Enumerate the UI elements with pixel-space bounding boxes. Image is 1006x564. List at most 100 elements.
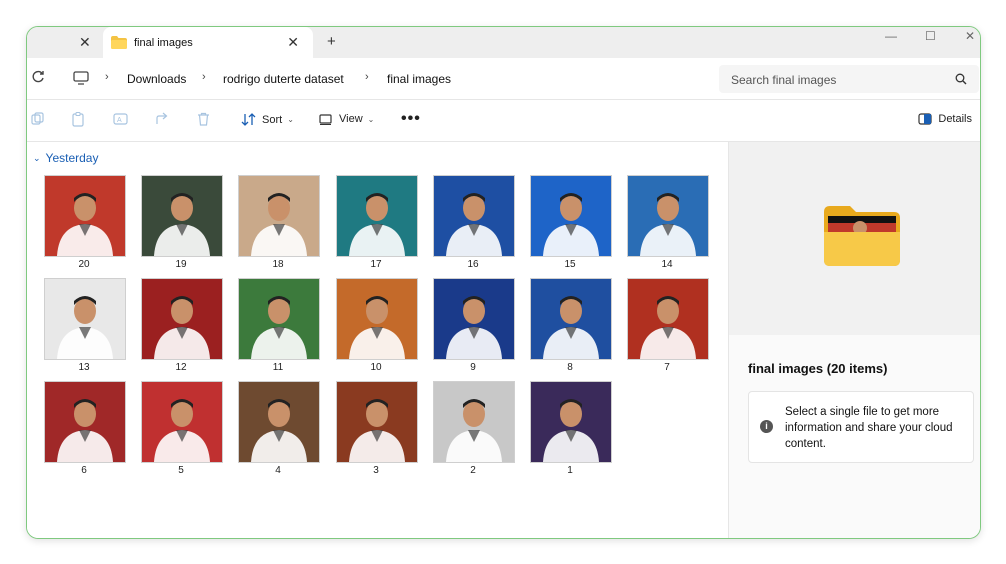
file-name[interactable]: 11 — [238, 362, 318, 373]
close-window-button[interactable]: ✕ — [965, 29, 975, 43]
file-name[interactable]: 3 — [336, 465, 416, 476]
folder-preview — [729, 142, 980, 335]
photo-icon — [57, 296, 113, 359]
tab-previous[interactable]: ✕ — [27, 27, 101, 58]
title-bar: ✕ final images ✕ + — ☐ ✕ — [27, 27, 980, 58]
details-button[interactable]: Details — [918, 113, 972, 125]
file-name[interactable]: 10 — [336, 362, 416, 373]
photo-icon — [251, 399, 307, 462]
photo-icon — [57, 193, 113, 256]
file-thumbnail[interactable] — [627, 175, 709, 257]
file-name[interactable]: 17 — [336, 259, 416, 270]
breadcrumb-dataset[interactable]: rodrigo duterte dataset — [223, 72, 344, 86]
info-icon: i — [760, 420, 773, 433]
photo-icon — [349, 399, 405, 462]
file-thumbnail[interactable] — [44, 175, 126, 257]
tab-final-images[interactable]: final images ✕ — [103, 27, 313, 58]
file-name[interactable]: 6 — [44, 465, 124, 476]
file-name[interactable]: 8 — [530, 362, 610, 373]
photo-icon — [640, 193, 696, 256]
folder-summary-title: final images (20 items) — [748, 361, 888, 376]
photo-icon — [543, 296, 599, 359]
maximize-button[interactable]: ☐ — [925, 29, 936, 43]
sort-button[interactable]: Sort ⌄ — [241, 113, 294, 126]
photo-icon — [154, 296, 210, 359]
file-name[interactable]: 4 — [238, 465, 318, 476]
file-name[interactable]: 19 — [141, 259, 221, 270]
file-thumbnail[interactable] — [238, 381, 320, 463]
photo-icon — [57, 399, 113, 462]
file-name[interactable]: 16 — [433, 259, 513, 270]
delete-icon[interactable] — [197, 112, 210, 131]
file-name[interactable]: 12 — [141, 362, 221, 373]
view-label: View — [339, 113, 363, 125]
file-thumbnail[interactable] — [627, 278, 709, 360]
file-thumbnail[interactable] — [530, 278, 612, 360]
breadcrumb-downloads[interactable]: Downloads — [127, 72, 186, 86]
photo-icon — [349, 296, 405, 359]
file-name[interactable]: 7 — [627, 362, 707, 373]
file-thumbnail[interactable] — [336, 381, 418, 463]
file-thumbnail[interactable] — [433, 278, 515, 360]
search-icon[interactable] — [955, 72, 967, 90]
copy-icon[interactable] — [71, 112, 85, 132]
refresh-icon[interactable] — [31, 70, 45, 87]
file-thumbnail[interactable] — [141, 381, 223, 463]
details-pane-icon — [918, 113, 932, 125]
file-thumbnail[interactable] — [433, 175, 515, 257]
file-thumbnail[interactable] — [141, 278, 223, 360]
file-name[interactable]: 5 — [141, 465, 221, 476]
tab-label: final images — [134, 37, 193, 49]
address-bar: › Downloads › rodrigo duterte dataset › … — [27, 58, 980, 100]
file-thumbnail[interactable] — [530, 381, 612, 463]
file-thumbnail[interactable] — [141, 175, 223, 257]
photo-icon — [251, 296, 307, 359]
rename-icon[interactable]: A — [113, 112, 128, 131]
file-name[interactable]: 9 — [433, 362, 513, 373]
file-thumbnail[interactable] — [44, 278, 126, 360]
share-icon[interactable] — [155, 112, 169, 131]
file-name[interactable]: 2 — [433, 465, 513, 476]
file-thumbnail[interactable] — [336, 175, 418, 257]
close-tab-icon[interactable]: ✕ — [287, 34, 299, 51]
file-name[interactable]: 18 — [238, 259, 318, 270]
minimize-button[interactable]: — — [885, 29, 897, 43]
search-placeholder: Search final images — [731, 73, 837, 87]
file-thumbnail[interactable] — [336, 278, 418, 360]
view-button[interactable]: View ⌄ — [319, 113, 374, 125]
file-thumbnail[interactable] — [44, 381, 126, 463]
photo-icon — [446, 296, 502, 359]
photo-icon — [154, 193, 210, 256]
chevron-down-icon: ⌄ — [33, 152, 41, 163]
svg-text:A: A — [117, 117, 122, 124]
sort-icon — [241, 113, 256, 126]
search-box[interactable]: Search final images — [719, 65, 979, 93]
file-thumbnail[interactable] — [530, 175, 612, 257]
sort-label: Sort — [262, 113, 283, 126]
photo-icon — [349, 193, 405, 256]
info-card: i Select a single file to get more infor… — [748, 391, 974, 463]
close-tab-icon[interactable]: ✕ — [79, 34, 91, 51]
breadcrumb-final-images[interactable]: final images — [387, 72, 451, 86]
file-name[interactable]: 1 — [530, 465, 610, 476]
file-thumbnail[interactable] — [433, 381, 515, 463]
chevron-down-icon: ⌄ — [367, 114, 375, 124]
photo-icon — [543, 193, 599, 256]
this-pc-icon[interactable] — [73, 71, 89, 90]
more-options-button[interactable]: ••• — [401, 110, 421, 128]
breadcrumb-separator: › — [202, 71, 206, 83]
file-name[interactable]: 14 — [627, 259, 707, 270]
file-thumbnail[interactable] — [238, 175, 320, 257]
folder-icon — [111, 36, 127, 52]
new-tab-button[interactable]: + — [327, 33, 336, 50]
group-label: Yesterday — [45, 151, 99, 165]
file-name[interactable]: 20 — [44, 259, 124, 270]
file-name[interactable]: 13 — [44, 362, 124, 373]
cut-icon[interactable] — [31, 112, 45, 131]
file-name[interactable]: 15 — [530, 259, 610, 270]
file-thumbnail[interactable] — [238, 278, 320, 360]
breadcrumb-separator: › — [365, 71, 369, 83]
photo-icon — [446, 399, 502, 462]
photo-icon — [154, 399, 210, 462]
group-header-yesterday[interactable]: ⌄ Yesterday — [33, 151, 98, 165]
